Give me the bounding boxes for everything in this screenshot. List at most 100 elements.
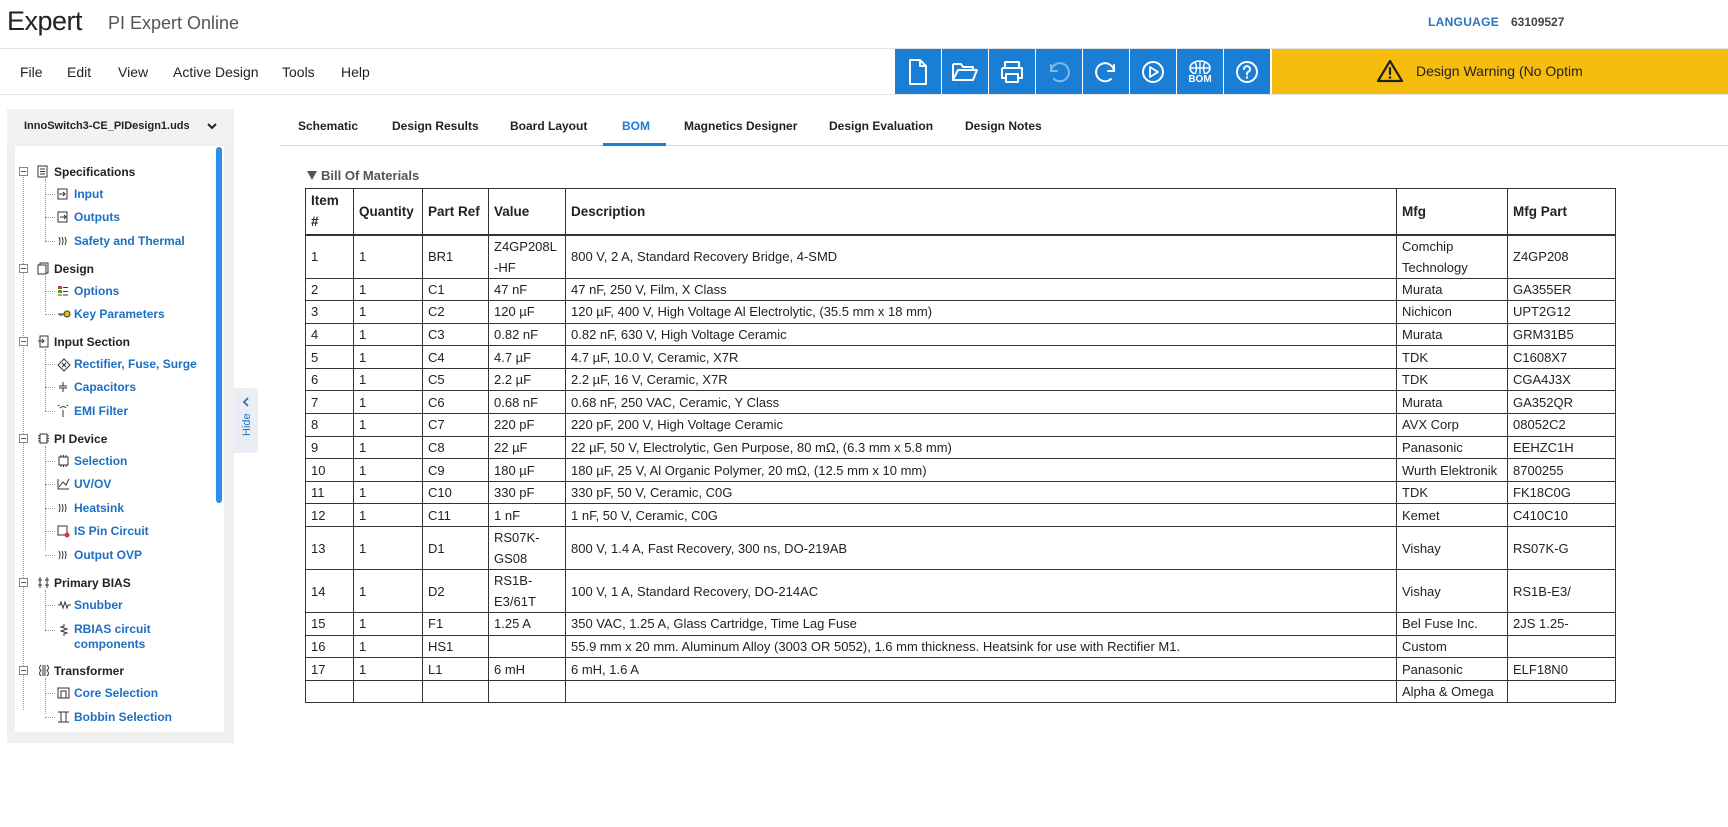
new-document-button[interactable] bbox=[895, 49, 941, 94]
collapse-toggle-specifications[interactable] bbox=[19, 167, 28, 176]
table-row[interactable]: 11 1 C10 330 pF 330 pF, 50 V, Ceramic, C0G TD… bbox=[305, 480, 1616, 505]
column-header-item[interactable]: Item # bbox=[305, 188, 354, 236]
tree-item-uvov[interactable]: UV/OV bbox=[74, 477, 111, 492]
tree-section-specifications[interactable]: Specifications bbox=[54, 165, 135, 179]
tree-item-heatsink[interactable]: Heatsink bbox=[74, 501, 124, 516]
safety-thermal-icon bbox=[58, 236, 67, 246]
table-row[interactable]: 6 1 C5 2.2 µF 2.2 µF, 16 V, Ceramic, X7R TDK C… bbox=[305, 367, 1616, 392]
menu-view[interactable]: View bbox=[118, 64, 148, 80]
undo-button[interactable] bbox=[1036, 49, 1082, 94]
cell-mfg-part: C1608X7 bbox=[1507, 345, 1616, 369]
collapse-toggle-design[interactable] bbox=[19, 264, 28, 273]
column-header-mfg[interactable]: Mfg bbox=[1396, 188, 1508, 236]
outputs-icon bbox=[57, 211, 68, 223]
cell-part-ref: HS1 bbox=[422, 634, 489, 659]
menu-tools[interactable]: Tools bbox=[282, 64, 315, 80]
open-folder-button[interactable] bbox=[942, 49, 988, 94]
design-file-select[interactable]: InnoSwitch3-CE_PIDesign1.uds bbox=[7, 109, 234, 143]
expert-logo[interactable]: Expert bbox=[7, 6, 83, 37]
run-icon bbox=[1142, 60, 1164, 83]
tree-section-design[interactable]: Design bbox=[54, 262, 94, 276]
tree-item-input[interactable]: Input bbox=[74, 187, 103, 202]
tree-item-selection[interactable]: Selection bbox=[74, 454, 127, 469]
cell-mfg: Murata bbox=[1396, 322, 1508, 347]
tree-section-transformer[interactable]: Transformer bbox=[54, 664, 124, 678]
table-row[interactable]: 2 1 C1 47 nF 47 nF, 250 V, Film, X Class Mura… bbox=[305, 277, 1616, 302]
design-warning-banner[interactable]: Design Warning (No Optim bbox=[1272, 49, 1728, 94]
tab-board-layout[interactable]: Board Layout bbox=[510, 119, 587, 133]
cell-value: 120 µF bbox=[488, 300, 566, 324]
tab-design-evaluation[interactable]: Design Evaluation bbox=[829, 119, 933, 133]
tree-item-capacitors[interactable]: Capacitors bbox=[74, 380, 136, 395]
account-id[interactable]: 63109527 bbox=[1511, 15, 1564, 29]
help-button[interactable] bbox=[1224, 49, 1270, 94]
tree-item-output-ovp[interactable]: Output OVP bbox=[74, 548, 142, 563]
column-header-part-ref[interactable]: Part Ref bbox=[422, 188, 489, 236]
table-row[interactable]: 5 1 C4 4.7 µF 4.7 µF, 10.0 V, Ceramic, X7R TD… bbox=[305, 345, 1616, 369]
column-header-value[interactable]: Value bbox=[488, 188, 566, 236]
table-row[interactable]: 16 1 HS1 55.9 mm x 20 mm. Aluminum Alloy (3… bbox=[305, 634, 1616, 659]
table-row[interactable]: 10 1 C9 180 µF 180 µF, 25 V, Al Organic Poly… bbox=[305, 458, 1616, 482]
cell-part-ref: C8 bbox=[422, 435, 489, 460]
table-row[interactable]: 13 1 D1 RS07K-GS08 800 V, 1.4 A, Fast Recove… bbox=[305, 526, 1616, 571]
table-row[interactable]: 1 1 BR1 Z4GP208L-HF 800 V, 2 A, Standard Rec… bbox=[305, 234, 1616, 279]
table-row[interactable]: 4 1 C3 0.82 nF 0.82 nF, 630 V, High Voltage … bbox=[305, 322, 1616, 347]
tab-magnetics-designer[interactable]: Magnetics Designer bbox=[684, 119, 797, 133]
primary-bias-icon bbox=[38, 577, 49, 588]
tree-item-outputs[interactable]: Outputs bbox=[74, 210, 120, 225]
column-header-description[interactable]: Description bbox=[565, 188, 1397, 236]
menu-help[interactable]: Help bbox=[341, 64, 370, 80]
column-header-quantity[interactable]: Quantity bbox=[353, 188, 423, 236]
tree-item-rectifier-fuse-surge[interactable]: Rectifier, Fuse, Surge bbox=[74, 357, 197, 372]
tree-item-safety-and-thermal[interactable]: Safety and Thermal bbox=[74, 234, 185, 249]
sidebar-scrollbar[interactable] bbox=[216, 147, 222, 503]
collapse-toggle-transformer[interactable] bbox=[19, 666, 28, 675]
table-row[interactable]: 12 1 C11 1 nF 1 nF, 50 V, Ceramic, C0G Kemet C… bbox=[305, 503, 1616, 528]
hide-sidebar-button[interactable]: Hide bbox=[234, 388, 258, 453]
bom-table-body: 1 1 BR1 Z4GP208L-HF 800 V, 2 A, Standard Rec… bbox=[305, 234, 1616, 704]
cell-item: 17 bbox=[305, 657, 354, 681]
table-row[interactable]: 9 1 C8 22 µF 22 µF, 50 V, Electrolytic, Gen … bbox=[305, 435, 1616, 460]
tree-item-is-pin-circuit[interactable]: IS Pin Circuit bbox=[74, 524, 149, 539]
tree-item-core-selection[interactable]: Core Selection bbox=[74, 686, 158, 701]
table-row[interactable]: 8 1 C7 220 pF 220 pF, 200 V, High Voltage Ce… bbox=[305, 413, 1616, 437]
tree-item-rbias-circuit-components[interactable]: RBIAS circuit components bbox=[74, 622, 194, 652]
emi-filter-icon bbox=[57, 405, 69, 417]
cell-item: 9 bbox=[305, 435, 354, 460]
collapse-toggle-input-section[interactable] bbox=[19, 337, 28, 346]
menu-file[interactable]: File bbox=[20, 64, 43, 80]
tree-section-pi-device[interactable]: PI Device bbox=[54, 432, 107, 446]
tab-bom[interactable]: BOM bbox=[622, 119, 650, 133]
table-row[interactable]: 7 1 C6 0.68 nF 0.68 nF, 250 VAC, Ceramic, Y … bbox=[305, 390, 1616, 415]
tree-item-key-parameters[interactable]: Key Parameters bbox=[74, 307, 165, 322]
table-row[interactable]: 3 1 C2 120 µF 120 µF, 400 V, High Voltage Al… bbox=[305, 300, 1616, 324]
tab-design-notes[interactable]: Design Notes bbox=[965, 119, 1042, 133]
cell-description: 180 µF, 25 V, Al Organic Polymer, 20 mΩ,… bbox=[565, 458, 1397, 482]
tree-item-options[interactable]: Options bbox=[74, 284, 119, 299]
language-link[interactable]: LANGUAGE bbox=[1428, 15, 1499, 29]
globe-icon bbox=[1189, 60, 1211, 74]
tab-design-results[interactable]: Design Results bbox=[392, 119, 479, 133]
bom-button[interactable]: BOM bbox=[1177, 49, 1223, 94]
table-row[interactable]: 14 1 D2 RS1B-E3/61T 100 V, 1 A, Standard Rec… bbox=[305, 569, 1616, 614]
bom-section-header[interactable]: Bill Of Materials bbox=[307, 168, 419, 183]
run-button[interactable] bbox=[1130, 49, 1176, 94]
tab-schematic[interactable]: Schematic bbox=[298, 119, 358, 133]
tree-section-input-section[interactable]: Input Section bbox=[54, 335, 130, 349]
collapse-toggle-primary-bias[interactable] bbox=[19, 578, 28, 587]
menu-active-design[interactable]: Active Design bbox=[173, 64, 259, 80]
tree-section-primary-bias[interactable]: Primary BIAS bbox=[54, 576, 131, 590]
table-row[interactable]: Alpha & Omega bbox=[305, 679, 1616, 704]
redo-button[interactable] bbox=[1083, 49, 1129, 94]
cell-mfg: Murata bbox=[1396, 277, 1508, 302]
collapse-toggle-pi-device[interactable] bbox=[19, 434, 28, 443]
print-button[interactable] bbox=[989, 49, 1035, 94]
cell-part-ref: C11 bbox=[422, 503, 489, 528]
table-row[interactable]: 17 1 L1 6 mH 6 mH, 1.6 A Panasonic ELF18N0 bbox=[305, 657, 1616, 681]
tree-item-snubber[interactable]: Snubber bbox=[74, 598, 123, 613]
tree-item-emi-filter[interactable]: EMI Filter bbox=[74, 404, 128, 419]
column-header-mfg-part[interactable]: Mfg Part bbox=[1507, 188, 1616, 236]
table-row[interactable]: 15 1 F1 1.25 A 350 VAC, 1.25 A, Glass Cartri… bbox=[305, 612, 1616, 636]
menu-edit[interactable]: Edit bbox=[67, 64, 91, 80]
tree-item-bobbin-selection[interactable]: Bobbin Selection bbox=[74, 710, 172, 725]
